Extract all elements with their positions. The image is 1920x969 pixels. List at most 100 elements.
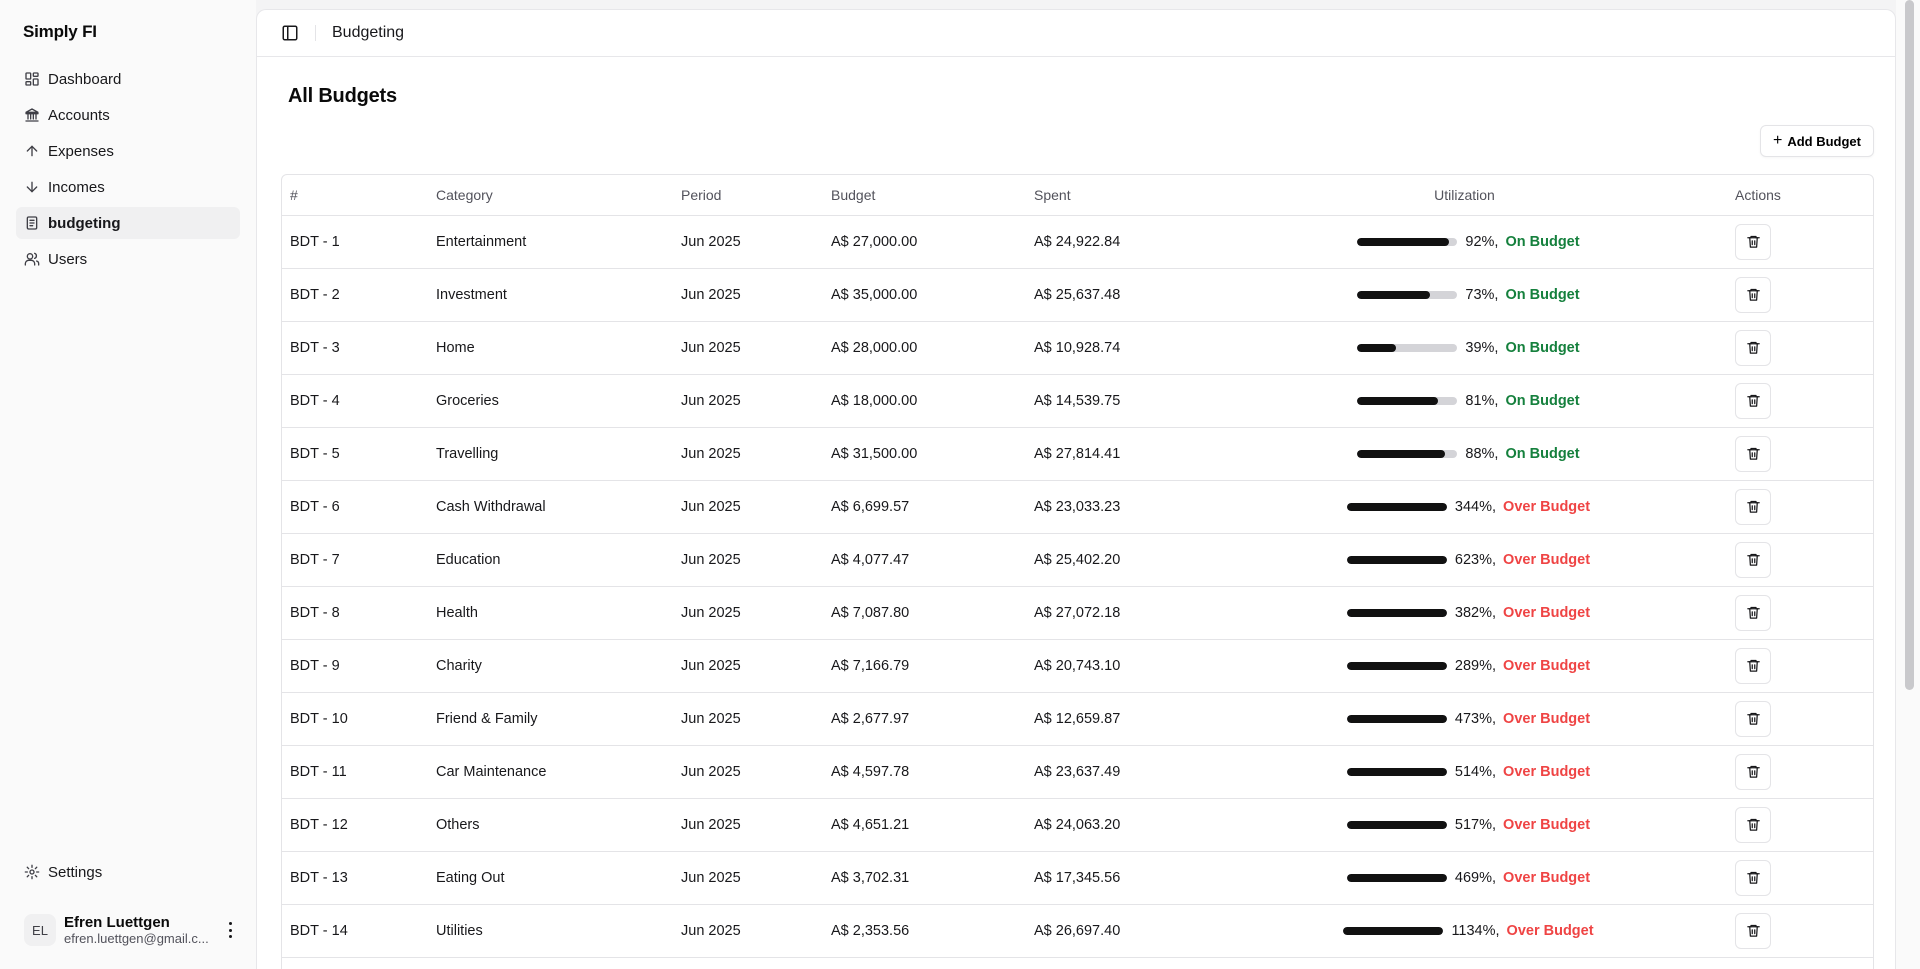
budget-period: Jun 2025 <box>673 480 823 534</box>
utilization-percent: 473%, <box>1454 710 1497 727</box>
user-profile[interactable]: EL Efren Luettgen efren.luettgen@gmail.c… <box>24 910 240 950</box>
spent-amount: A$ 17,345.56 <box>1026 851 1202 905</box>
spent-amount: A$ 25,402.20 <box>1026 533 1202 587</box>
utilization: 517%, Over Budget <box>1210 817 1727 833</box>
more-vertical-icon[interactable] <box>228 922 232 938</box>
budget-id: BDT - 4 <box>282 374 428 428</box>
sidebar-item-incomes[interactable]: Incomes <box>16 171 240 203</box>
delete-button[interactable] <box>1735 488 1771 525</box>
utilization: 514%, Over Budget <box>1210 764 1727 780</box>
sidebar-item-accounts[interactable]: Accounts <box>16 99 240 131</box>
utilization-cell: 289%, Over Budget <box>1202 639 1727 693</box>
delete-button[interactable] <box>1735 329 1771 366</box>
column-header-utilization: Utilization <box>1202 175 1727 216</box>
budget-period <box>673 957 823 969</box>
utilization-percent: 623%, <box>1454 551 1497 568</box>
utilization: 88%, On Budget <box>1210 446 1727 462</box>
status-badge: On Budget <box>1505 445 1580 462</box>
sidebar-item-budgeting[interactable]: budgeting <box>16 207 240 239</box>
budget-category: Cash Withdrawal <box>428 480 673 534</box>
delete-button[interactable] <box>1735 912 1771 949</box>
utilization-bar <box>1346 661 1447 670</box>
actions-cell <box>1727 374 1873 428</box>
status-badge: Over Budget <box>1503 710 1591 727</box>
trash-icon <box>1746 499 1761 514</box>
trash-icon <box>1746 870 1761 885</box>
budget-id: BDT - 1 <box>282 215 428 269</box>
status-badge: Over Budget <box>1506 922 1594 939</box>
actions-cell <box>1727 215 1873 269</box>
delete-button[interactable] <box>1735 753 1771 790</box>
utilization-cell: 88%, On Budget <box>1202 427 1727 481</box>
utilization-bar <box>1357 290 1458 299</box>
utilization: 73%, On Budget <box>1210 287 1727 303</box>
utilization-cell: 344%, Over Budget <box>1202 480 1727 534</box>
utilization-cell: 623%, Over Budget <box>1202 533 1727 587</box>
delete-button[interactable] <box>1735 541 1771 578</box>
table-row: BDT - 8 Health Jun 2025 A$ 7,087.80 A$ 27,07… <box>282 586 1873 640</box>
budget-amount: A$ 4,077.47 <box>823 533 1026 587</box>
sidebar-toggle-icon[interactable] <box>281 24 299 42</box>
status-badge: Over Budget <box>1503 551 1591 568</box>
table-row: BDT - 5 Travelling Jun 2025 A$ 31,500.00 A$ … <box>282 427 1873 481</box>
sidebar-item-dashboard[interactable]: Dashboard <box>16 63 240 95</box>
utilization-percent: 88%, <box>1465 445 1499 462</box>
budget-period: Jun 2025 <box>673 639 823 693</box>
budget-category: Charity <box>428 639 673 693</box>
delete-button[interactable] <box>1735 223 1771 260</box>
budget-period: Jun 2025 <box>673 374 823 428</box>
add-budget-button[interactable]: + Add Budget <box>1760 125 1874 157</box>
trash-icon <box>1746 234 1761 249</box>
trash-icon <box>1746 393 1761 408</box>
app-name[interactable]: Simply FI <box>23 22 97 42</box>
budget-category: Car Maintenance <box>428 745 673 799</box>
scrollbar[interactable] <box>1896 0 1920 969</box>
delete-button[interactable] <box>1735 382 1771 419</box>
utilization-bar-fill <box>1357 237 1450 246</box>
sidebar-item-label: budgeting <box>48 214 121 232</box>
main-panel: Budgeting All Budgets + Add Budget # Cat… <box>256 9 1896 969</box>
budget-period: Jun 2025 <box>673 904 823 958</box>
delete-button[interactable] <box>1735 435 1771 472</box>
add-budget-label: Add Budget <box>1787 133 1861 149</box>
table-row: BDT - 2 Investment Jun 2025 A$ 35,000.00 A$ … <box>282 268 1873 322</box>
table-row: BDT - 14 Utilities Jun 2025 A$ 2,353.56 A$ 2… <box>282 904 1873 958</box>
utilization-cell: 92%, On Budget <box>1202 215 1727 269</box>
delete-button[interactable] <box>1735 594 1771 631</box>
delete-button[interactable] <box>1735 647 1771 684</box>
plus-icon: + <box>1773 132 1783 149</box>
delete-button[interactable] <box>1735 806 1771 843</box>
utilization: 623%, Over Budget <box>1210 552 1727 568</box>
budget-id: BDT - 3 <box>282 321 428 375</box>
sidebar-item-expenses[interactable]: Expenses <box>16 135 240 167</box>
utilization-bar-fill <box>1357 290 1431 299</box>
delete-button[interactable] <box>1735 859 1771 896</box>
sidebar-item-label: Accounts <box>48 106 110 124</box>
bank-icon <box>24 107 40 123</box>
actions-cell <box>1727 427 1873 481</box>
budget-category: Investment <box>428 268 673 322</box>
budget-id <box>282 957 428 969</box>
sidebar-item-settings[interactable]: Settings <box>16 856 240 888</box>
budget-category: Home <box>428 321 673 375</box>
budget-category: Groceries <box>428 374 673 428</box>
trash-icon <box>1746 446 1761 461</box>
budget-period: Jun 2025 <box>673 745 823 799</box>
trash-icon <box>1746 711 1761 726</box>
trash-icon <box>1746 552 1761 567</box>
budget-id: BDT - 6 <box>282 480 428 534</box>
scrollbar-thumb[interactable] <box>1905 0 1914 690</box>
sidebar-item-users[interactable]: Users <box>16 243 240 275</box>
utilization-bar-fill <box>1346 873 1447 882</box>
utilization-bar-fill <box>1357 396 1439 405</box>
spent-amount <box>1026 957 1202 969</box>
delete-button[interactable] <box>1735 276 1771 313</box>
spent-amount: A$ 14,539.75 <box>1026 374 1202 428</box>
utilization-bar-fill <box>1346 714 1447 723</box>
trash-icon <box>1746 658 1761 673</box>
delete-button[interactable] <box>1735 700 1771 737</box>
utilization-bar-fill <box>1357 343 1397 352</box>
utilization-bar-fill <box>1346 820 1447 829</box>
trash-icon <box>1746 287 1761 302</box>
divider <box>315 25 316 41</box>
